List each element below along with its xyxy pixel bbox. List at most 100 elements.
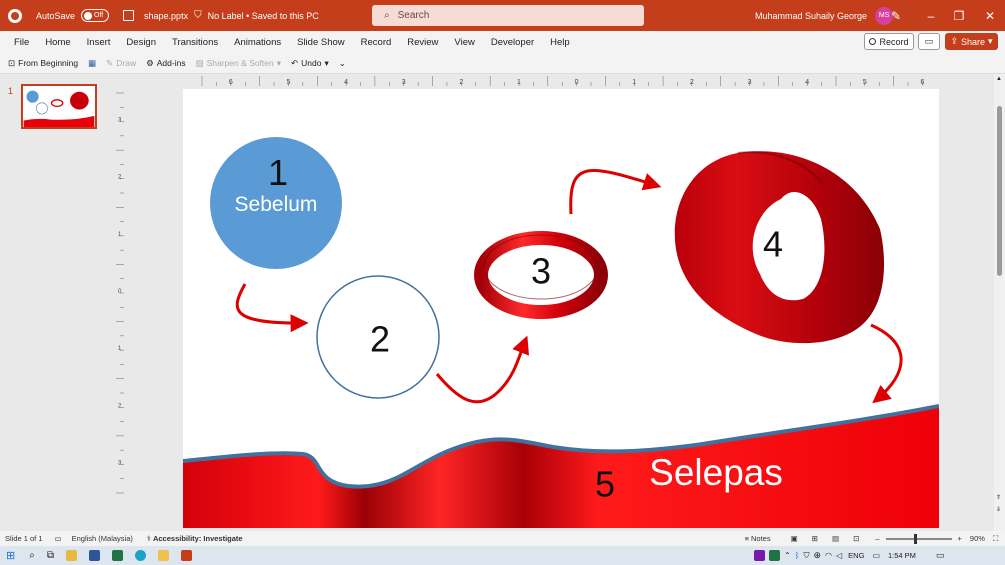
tab-animations[interactable]: Animations [226, 37, 289, 48]
volume-icon[interactable]: ◁ [836, 551, 842, 560]
ring3-number: 3 [531, 251, 551, 292]
tab-transitions[interactable]: Transitions [164, 37, 226, 48]
zoom-slider[interactable] [885, 533, 952, 544]
powerpoint-taskbar-icon[interactable] [180, 550, 192, 561]
tab-developer[interactable]: Developer [483, 37, 542, 48]
tab-insert[interactable]: Insert [79, 37, 119, 48]
windows-start-icon[interactable]: ⊞ [6, 549, 15, 562]
file-name[interactable]: shape.pptx [144, 11, 188, 21]
circle2-number: 2 [370, 319, 390, 360]
user-account[interactable]: Muhammad Suhaily George MS [755, 0, 894, 31]
ruler-label: 2 [118, 403, 122, 409]
slide-thumbnail[interactable] [21, 84, 97, 129]
accessibility-icon: ⚕ [146, 534, 151, 543]
customize-toolbar-button[interactable]: ⌄ [339, 58, 346, 69]
zoom-slider-thumb[interactable] [913, 533, 917, 544]
word-icon[interactable] [88, 550, 100, 561]
arrow-3-to-4[interactable] [569, 169, 662, 215]
arrow-1-to-2[interactable] [235, 283, 309, 333]
restore-icon[interactable]: ❐ [945, 0, 973, 31]
chevron-up-icon[interactable]: ⌃ [784, 551, 791, 560]
record-button[interactable]: Record [864, 33, 914, 50]
sharpen-button[interactable]: ▨ Sharpen & Soften ▾ [196, 58, 281, 69]
undo-button[interactable]: ↶ Undo ▾ [291, 58, 329, 69]
save-icon[interactable] [123, 10, 135, 21]
ruler-label: 5 [286, 79, 290, 86]
spelling-icon[interactable]: ▭ [55, 534, 62, 543]
reading-view-icon[interactable]: ▤ [832, 534, 839, 543]
search-box[interactable]: ⌕ Search [372, 5, 644, 26]
notes-button[interactable]: Notes [751, 534, 771, 543]
minimize-icon[interactable]: – [917, 0, 945, 31]
label-status[interactable]: No Label • Saved to this PC [208, 11, 319, 21]
tab-design[interactable]: Design [118, 37, 164, 48]
undo-label: Undo [301, 58, 322, 68]
next-slide-icon[interactable]: ⇓ [996, 506, 1001, 513]
scroll-up-icon[interactable]: ▲ [996, 76, 1002, 82]
ruler-label: 3 [118, 460, 122, 466]
onenote-icon[interactable] [753, 550, 765, 561]
tray-app-icon[interactable] [768, 550, 780, 561]
arrow-4-to-5[interactable] [870, 323, 903, 404]
draw-button[interactable]: ✎ Draw [106, 58, 136, 69]
vertical-scrollbar[interactable]: ▲ ⇑ ⇓ [994, 74, 1005, 531]
zoom-in-icon[interactable]: + [958, 534, 962, 543]
tab-record[interactable]: Record [353, 37, 400, 48]
ruler-label: 6 [920, 79, 924, 86]
security-icon[interactable]: ⛉ [803, 551, 809, 561]
tab-slide-show[interactable]: Slide Show [289, 37, 353, 48]
zoom-out-icon[interactable]: – [875, 534, 879, 543]
share-icon: ⇪ [950, 36, 958, 46]
tab-file[interactable]: File [6, 37, 37, 48]
prev-slide-icon[interactable]: ⇑ [996, 494, 1001, 501]
from-beginning-button[interactable]: ⊡ From Beginning [8, 58, 78, 69]
autosave-toggle[interactable]: Off [81, 9, 110, 22]
normal-view-icon[interactable]: ▣ [791, 534, 798, 543]
designer-icon[interactable]: ✎ [882, 0, 910, 31]
notification-icon[interactable]: ▭ [936, 550, 945, 561]
slide-thumbnails-pane [0, 74, 110, 531]
tab-help[interactable]: Help [542, 37, 578, 48]
tab-review[interactable]: Review [399, 37, 446, 48]
scrollbar-thumb[interactable] [997, 106, 1002, 276]
battery-icon[interactable]: ▭ [872, 551, 880, 560]
ruler-label: 6 [229, 79, 233, 86]
autosave-state: Off [94, 12, 104, 19]
zoom-level[interactable]: 90% [970, 534, 985, 543]
tab-view[interactable]: View [446, 37, 482, 48]
powerpoint-app-icon [8, 8, 22, 23]
clock[interactable]: 1:54 PM [888, 551, 916, 560]
edge-icon[interactable] [134, 550, 146, 561]
task-view-icon[interactable]: ⧉ [47, 550, 54, 561]
file-explorer-icon[interactable] [65, 550, 77, 561]
thumbnail-number: 1 [8, 86, 14, 96]
search-placeholder: Search [397, 10, 430, 21]
slide-sorter-icon[interactable]: ⊞ [812, 534, 818, 543]
input-language[interactable]: ENG [848, 551, 864, 560]
ribbon-shape-5[interactable] [183, 404, 939, 528]
ruler-label: 3 [402, 79, 406, 86]
accessibility-status[interactable]: Accessibility: Investigate [153, 534, 243, 543]
close-icon[interactable]: ✕ [976, 0, 1004, 31]
ruler-label: 1 [632, 79, 636, 86]
slide-canvas[interactable]: 1 Sebelum 2 3 4 5 Selepas [183, 89, 939, 528]
wifi-icon[interactable]: ◠ [825, 551, 832, 560]
arrow-2-to-3[interactable] [435, 335, 530, 404]
excel-icon[interactable] [111, 550, 123, 561]
ruler-label: 2 [690, 79, 694, 86]
comments-button[interactable]: ▭ [918, 33, 940, 50]
slideshow-view-icon[interactable]: ⊡ [853, 534, 859, 543]
language-status[interactable]: English (Malaysia) [72, 534, 133, 543]
globe-icon[interactable]: ⊕ [813, 550, 821, 561]
layout-button[interactable]: ▦ [88, 58, 96, 69]
slideshow-icon: ⊡ [8, 57, 16, 68]
addins-button[interactable]: ⚙ Add-ins [146, 58, 185, 69]
circle1-label: Sebelum [235, 193, 318, 216]
fit-slide-icon[interactable]: ⛶ [993, 534, 998, 544]
tab-home[interactable]: Home [37, 37, 78, 48]
search-icon[interactable]: ⌕ [29, 550, 35, 561]
folder-icon[interactable] [157, 550, 169, 561]
bluetooth-icon[interactable]: ᛒ [795, 551, 800, 560]
user-name: Muhammad Suhaily George [755, 10, 868, 21]
share-button[interactable]: ⇪ Share ▾ [945, 33, 998, 50]
